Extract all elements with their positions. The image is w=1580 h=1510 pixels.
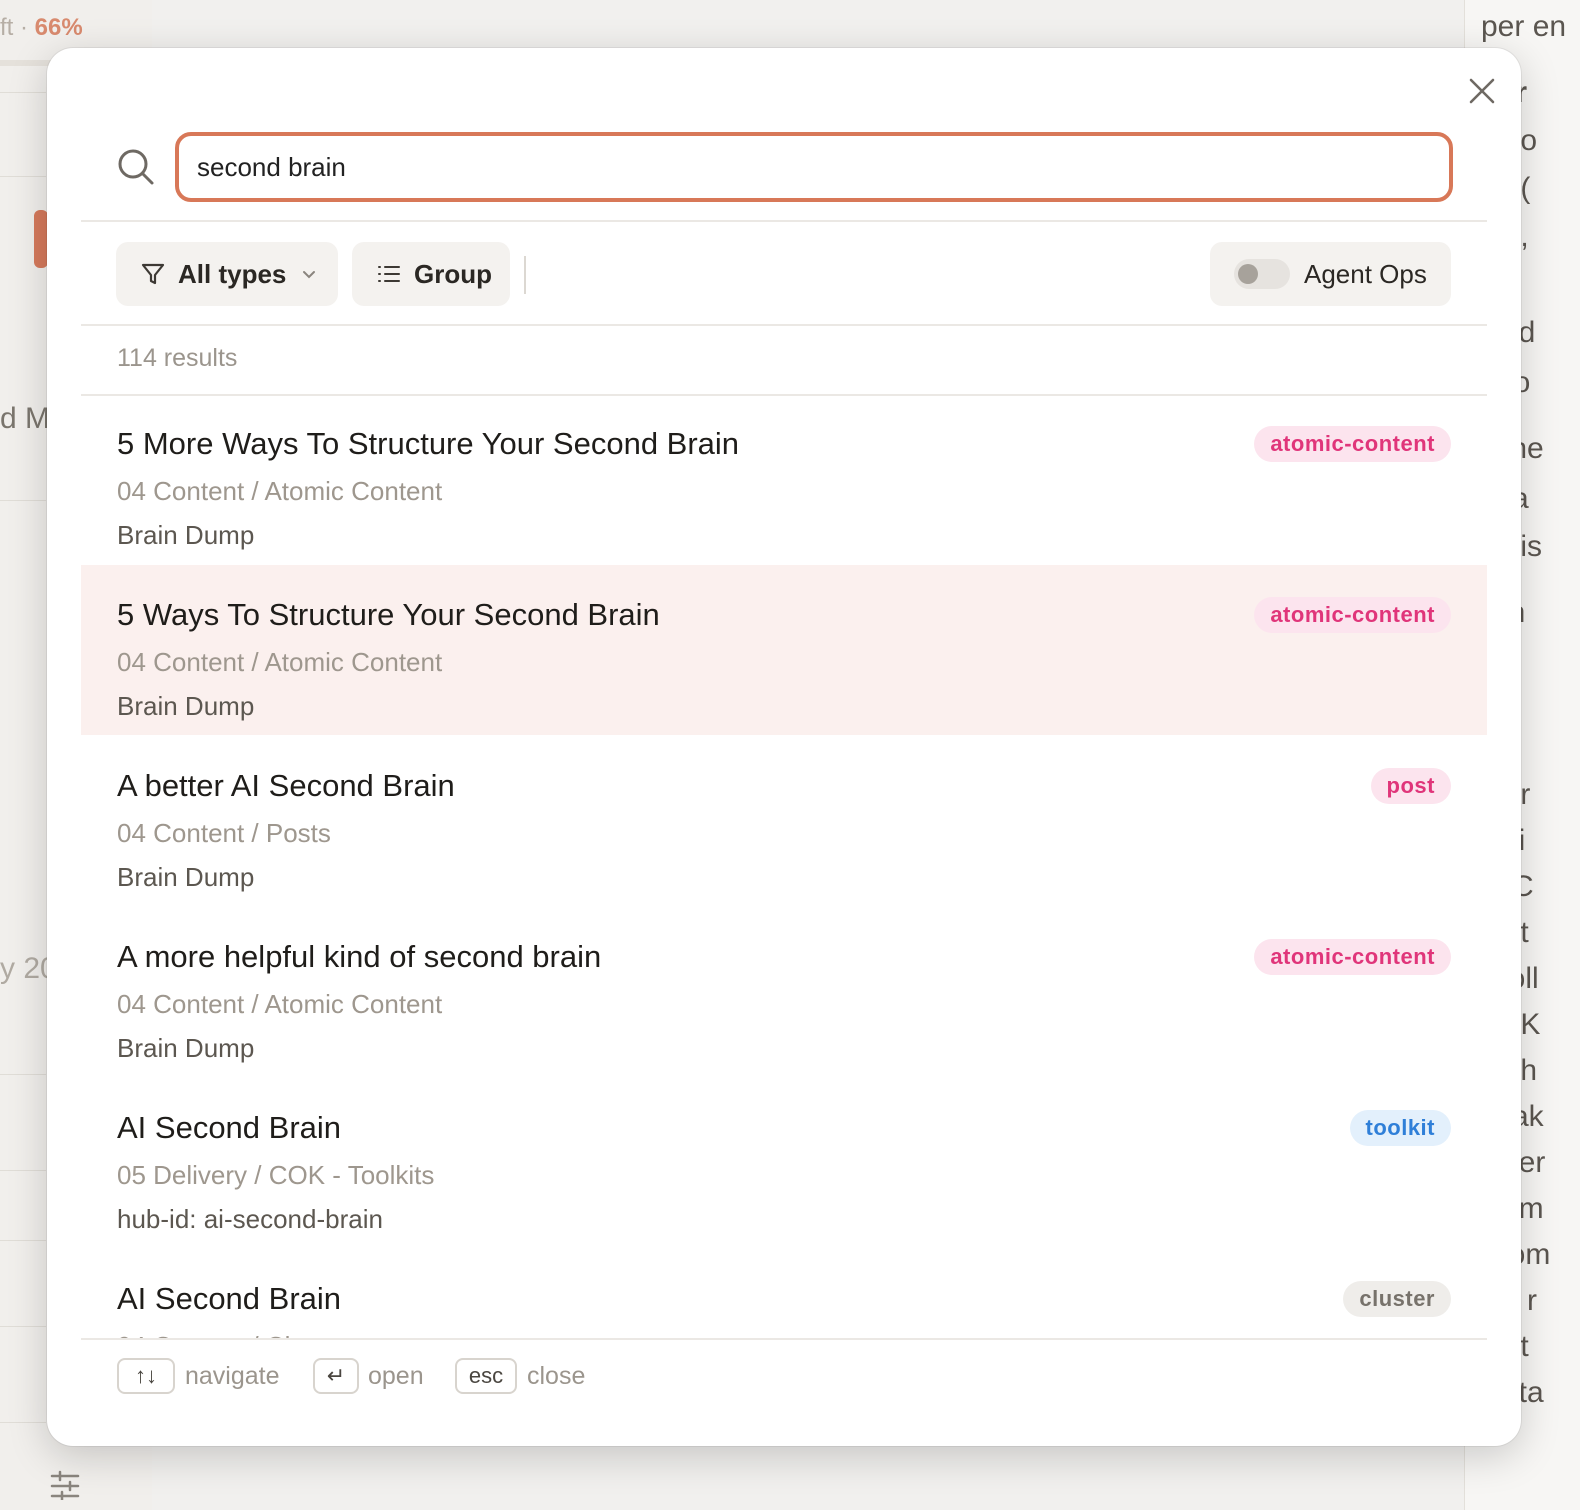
close-icon[interactable]	[1465, 74, 1499, 108]
divider	[81, 220, 1487, 222]
navigate-key: ↑↓	[117, 1358, 175, 1394]
result-subtitle: Brain Dump	[117, 1033, 255, 1063]
type-badge: atomic-content	[1254, 426, 1451, 462]
background-text: per en	[1481, 10, 1567, 43]
result-title: A better AI Second Brain	[117, 768, 455, 803]
type-badge: atomic-content	[1254, 597, 1451, 633]
open-hint: open	[368, 1362, 424, 1390]
search-input[interactable]	[197, 136, 1417, 198]
result-title: AI Second Brain	[117, 1281, 342, 1316]
type-filter-dropdown[interactable]: All types	[116, 242, 338, 306]
result-subtitle: Brain Dump	[117, 520, 255, 550]
esc-key: esc	[455, 1358, 517, 1394]
type-filter-label: All types	[178, 258, 287, 289]
close-hint: close	[527, 1362, 586, 1390]
results-count: 114 results	[117, 344, 238, 372]
result-subtitle: hub-id: ai-second-brain	[117, 1204, 383, 1234]
result-path: 04 Content / Clusters	[117, 1331, 361, 1338]
result-path: 04 Content / Atomic Content	[117, 989, 443, 1019]
result-title: 5 Ways To Structure Your Second Brain	[117, 597, 660, 632]
result-title: AI Second Brain	[117, 1110, 342, 1145]
result-row[interactable]: A more helpful kind of second brain 04 Co…	[81, 907, 1487, 1077]
result-subtitle: Brain Dump	[117, 862, 255, 892]
result-row[interactable]: A better AI Second Brain 04 Content / Pos…	[81, 736, 1487, 906]
group-button[interactable]: Group	[352, 242, 510, 306]
result-row[interactable]: 5 More Ways To Structure Your Second Bra…	[81, 396, 1487, 564]
active-indicator	[34, 210, 48, 268]
type-badge: cluster	[1343, 1281, 1451, 1317]
list-icon	[378, 266, 400, 282]
navigate-hint: navigate	[185, 1362, 280, 1390]
result-row[interactable]: AI Second Brain 05 Delivery / COK - Toolk…	[81, 1078, 1487, 1248]
results-list: 5 More Ways To Structure Your Second Bra…	[81, 396, 1487, 1338]
type-badge: toolkit	[1349, 1110, 1451, 1146]
result-title: 5 More Ways To Structure Your Second Bra…	[117, 426, 740, 461]
result-title: A more helpful kind of second brain	[117, 939, 602, 974]
agent-ops-label: Agent Ops	[1304, 258, 1427, 289]
search-icon	[118, 149, 154, 185]
chevron-down-icon	[303, 271, 316, 279]
result-path: 04 Content / Atomic Content	[117, 647, 443, 677]
filter-icon	[141, 263, 165, 285]
group-label: Group	[414, 258, 492, 289]
enter-key: ↵	[313, 1358, 359, 1394]
result-subtitle: Brain Dump	[117, 691, 255, 721]
type-badge: post	[1370, 768, 1451, 804]
agent-ops-toggle[interactable]	[1234, 259, 1290, 289]
settings-sliders-icon[interactable]	[50, 1470, 80, 1500]
search-input-wrapper	[175, 132, 1453, 202]
type-badge: atomic-content	[1254, 939, 1451, 975]
zoom-indicator: ft · 66%	[0, 14, 83, 41]
toolbar-separator	[524, 256, 526, 294]
search-dialog: All types Group Agent Ops 114 results 5 …	[47, 48, 1521, 1446]
background-text: d M	[0, 402, 51, 435]
result-row[interactable]: 5 Ways To Structure Your Second Brain 04 …	[81, 565, 1487, 735]
divider	[81, 324, 1487, 326]
result-path: 04 Content / Posts	[117, 818, 331, 848]
result-row[interactable]: AI Second Brain 04 Content / Clusters clus…	[81, 1249, 1487, 1338]
result-path: 04 Content / Atomic Content	[117, 476, 443, 506]
divider	[81, 1338, 1487, 1340]
agent-ops-toggle-button[interactable]: Agent Ops	[1210, 242, 1451, 306]
result-path: 05 Delivery / COK - Toolkits	[117, 1160, 435, 1190]
